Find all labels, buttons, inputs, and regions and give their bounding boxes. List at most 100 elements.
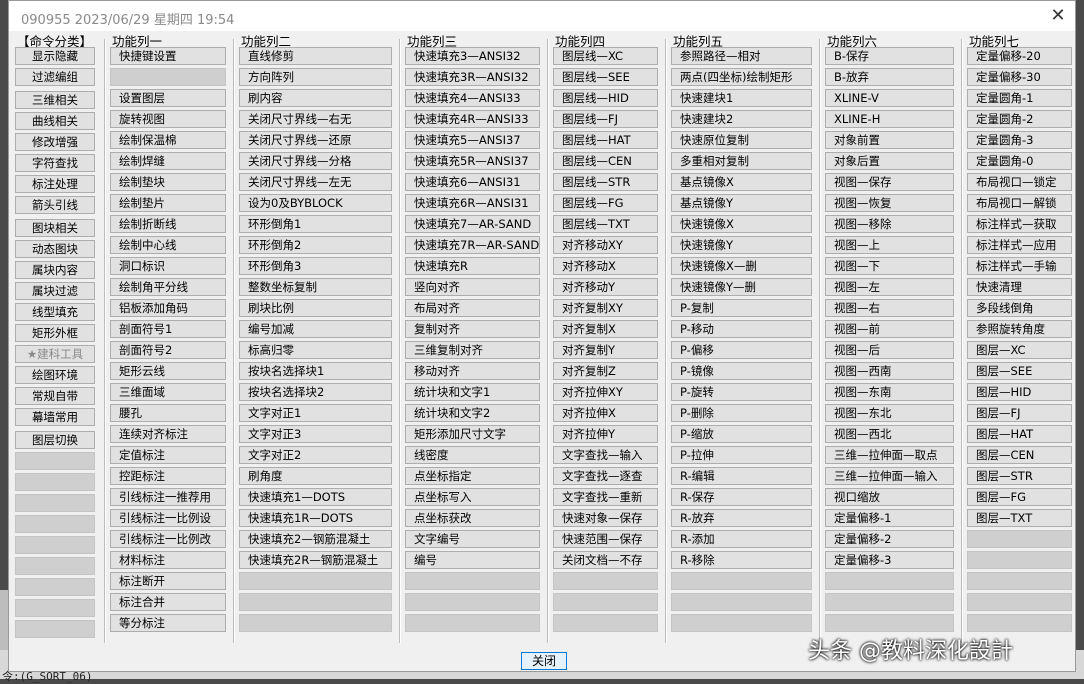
function-button[interactable]: 对齐拉伸Y xyxy=(553,425,658,443)
function-button[interactable]: 定量偏移-2 xyxy=(825,530,954,548)
function-button[interactable]: 绘制保温棉 xyxy=(110,131,226,149)
function-button[interactable]: 视图—西南 xyxy=(825,362,954,380)
function-button[interactable]: P-缩放 xyxy=(671,425,812,443)
function-button[interactable]: 文字查找—逐查 xyxy=(553,467,658,485)
category-item[interactable]: ★建科工具 xyxy=(15,345,95,363)
function-button[interactable]: 标注样式—手输 xyxy=(967,257,1072,275)
function-button[interactable]: 关闭尺寸界线—分格 xyxy=(239,152,392,170)
function-button[interactable]: R-保存 xyxy=(671,488,812,506)
function-button[interactable]: 视图—保存 xyxy=(825,173,954,191)
function-button[interactable]: 视图—右 xyxy=(825,299,954,317)
function-button[interactable]: 图层线—FJ xyxy=(553,110,658,128)
function-button[interactable]: 竖向对齐 xyxy=(405,278,540,296)
function-button[interactable]: 绘制折断线 xyxy=(110,215,226,233)
function-button[interactable]: B-放弃 xyxy=(825,68,954,86)
category-item[interactable]: 修改增强 xyxy=(15,133,95,151)
function-button[interactable]: P-复制 xyxy=(671,299,812,317)
function-button[interactable]: 对齐复制X xyxy=(553,320,658,338)
function-button[interactable]: 绘制垫片 xyxy=(110,194,226,212)
function-button[interactable]: 编号 xyxy=(405,551,540,569)
function-button[interactable]: R-放弃 xyxy=(671,509,812,527)
function-button[interactable]: 快速填充4—ANSI33 xyxy=(405,89,540,107)
category-item[interactable]: 标注处理 xyxy=(15,175,95,193)
function-button[interactable]: 快速填充4R—ANSI33 xyxy=(405,110,540,128)
category-item[interactable]: 字符查找 xyxy=(15,154,95,172)
function-button[interactable]: 文字编号 xyxy=(405,530,540,548)
function-button[interactable]: 对象后置 xyxy=(825,152,954,170)
function-button[interactable]: 对齐复制XY xyxy=(553,299,658,317)
function-button[interactable]: 材料标注 xyxy=(110,551,226,569)
function-button[interactable]: 环形倒角3 xyxy=(239,257,392,275)
function-button[interactable]: 视图—前 xyxy=(825,320,954,338)
category-item[interactable]: 三维相关 xyxy=(15,91,95,109)
function-button[interactable]: 定量圆角-2 xyxy=(967,110,1072,128)
function-button[interactable]: 定量圆角-3 xyxy=(967,131,1072,149)
function-button[interactable]: 设为0及BYBLOCK xyxy=(239,194,392,212)
function-button[interactable]: 快速填充3—ANSI32 xyxy=(405,47,540,65)
function-button[interactable]: 控距标注 xyxy=(110,467,226,485)
category-item[interactable]: 幕墙常用 xyxy=(15,408,95,426)
function-button[interactable]: 文字对正1 xyxy=(239,404,392,422)
function-button[interactable]: 刷块比例 xyxy=(239,299,392,317)
function-button[interactable]: 编号加减 xyxy=(239,320,392,338)
function-button[interactable]: R-编辑 xyxy=(671,467,812,485)
function-button[interactable]: 快速填充1—DOTS xyxy=(239,488,392,506)
function-button[interactable]: 视图—后 xyxy=(825,341,954,359)
function-button[interactable]: 按块名选择块2 xyxy=(239,383,392,401)
function-button[interactable]: 快速填充2R—钢筋混凝土 xyxy=(239,551,392,569)
function-button[interactable]: 对齐拉伸XY xyxy=(553,383,658,401)
function-button[interactable]: 点坐标获改 xyxy=(405,509,540,527)
function-button[interactable]: 基点镜像Y xyxy=(671,194,812,212)
function-button[interactable]: 线密度 xyxy=(405,446,540,464)
function-button[interactable]: 视图—东南 xyxy=(825,383,954,401)
function-button[interactable]: 图层线—SEE xyxy=(553,68,658,86)
function-button[interactable]: 视图—左 xyxy=(825,278,954,296)
function-button[interactable]: 点坐标写入 xyxy=(405,488,540,506)
function-button[interactable]: 引线标注一推荐用 xyxy=(110,488,226,506)
function-button[interactable]: 腰孔 xyxy=(110,404,226,422)
function-button[interactable]: 统计块和文字1 xyxy=(405,383,540,401)
function-button[interactable]: 关闭文档—不存 xyxy=(553,551,658,569)
function-button[interactable]: 定值标注 xyxy=(110,446,226,464)
function-button[interactable]: 定量偏移-30 xyxy=(967,68,1072,86)
function-button[interactable]: 刷内容 xyxy=(239,89,392,107)
function-button[interactable]: 对齐移动XY xyxy=(553,236,658,254)
function-button[interactable]: 布局视口—锁定 xyxy=(967,173,1072,191)
function-button[interactable]: 视图—移除 xyxy=(825,215,954,233)
function-button[interactable]: 对齐移动Y xyxy=(553,278,658,296)
function-button[interactable]: 图层线—CEN xyxy=(553,152,658,170)
function-button[interactable]: P-偏移 xyxy=(671,341,812,359)
function-button[interactable]: 多重相对复制 xyxy=(671,152,812,170)
function-button[interactable]: 引线标注一比例设 xyxy=(110,509,226,527)
function-button[interactable]: 图层—SEE xyxy=(967,362,1072,380)
function-button[interactable]: 定量偏移-20 xyxy=(967,47,1072,65)
function-button[interactable]: 快速对象—保存 xyxy=(553,509,658,527)
function-button[interactable]: 复制对齐 xyxy=(405,320,540,338)
function-button[interactable]: 矩形云线 xyxy=(110,362,226,380)
function-button[interactable]: 快速填充R xyxy=(405,257,540,275)
function-button[interactable]: 视图—下 xyxy=(825,257,954,275)
function-button[interactable]: 快捷键设置 xyxy=(110,47,226,65)
function-button[interactable]: 洞口标识 xyxy=(110,257,226,275)
function-button[interactable]: 引线标注一比例改 xyxy=(110,530,226,548)
function-button[interactable]: 多段线倒角 xyxy=(967,299,1072,317)
function-button[interactable]: 点坐标指定 xyxy=(405,467,540,485)
function-button[interactable]: P-拉伸 xyxy=(671,446,812,464)
category-item[interactable]: 图层切换 xyxy=(15,431,95,449)
function-button[interactable]: 图层线—TXT xyxy=(553,215,658,233)
function-button[interactable]: 快速建块1 xyxy=(671,89,812,107)
category-item[interactable]: 图块相关 xyxy=(15,219,95,237)
category-item[interactable]: 属块过滤 xyxy=(15,282,95,300)
function-button[interactable]: P-镜像 xyxy=(671,362,812,380)
function-button[interactable]: 快速填充7R—AR-SAND xyxy=(405,236,540,254)
function-button[interactable]: 图层线—HAT xyxy=(553,131,658,149)
function-button[interactable]: 方向阵列 xyxy=(239,68,392,86)
function-button[interactable]: 图层线—HID xyxy=(553,89,658,107)
function-button[interactable]: 等分标注 xyxy=(110,614,226,632)
function-button[interactable]: 两点(四坐标)绘制矩形 xyxy=(671,68,812,86)
function-button[interactable]: 布局视口—解锁 xyxy=(967,194,1072,212)
function-button[interactable]: 设置图层 xyxy=(110,89,226,107)
function-button[interactable]: 绘制中心线 xyxy=(110,236,226,254)
function-button[interactable]: 图层—STR xyxy=(967,467,1072,485)
function-button[interactable]: R-添加 xyxy=(671,530,812,548)
